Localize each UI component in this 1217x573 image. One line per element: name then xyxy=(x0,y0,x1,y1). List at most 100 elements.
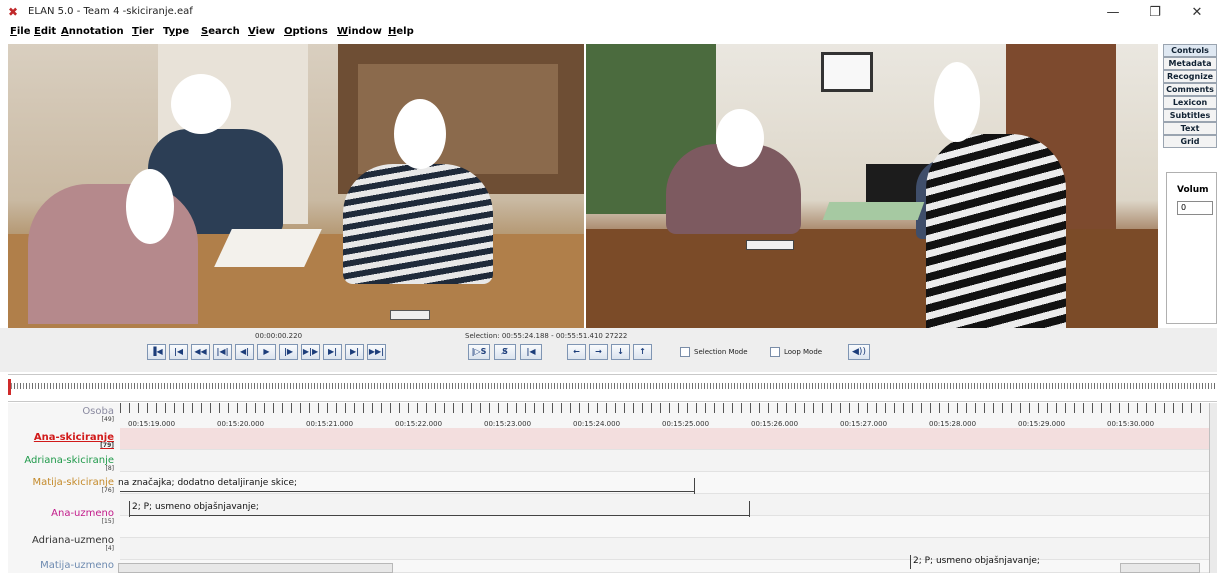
arrow-left-button[interactable]: ← xyxy=(567,344,586,360)
blurred-face xyxy=(394,99,446,169)
selection-mode-checkbox[interactable] xyxy=(680,347,690,357)
tier-count: [49] xyxy=(101,416,114,423)
selection-info: Selection: 00:55:24.188 - 00:55:51.410 2… xyxy=(465,332,628,340)
arrow-up-button[interactable]: ↑ xyxy=(633,344,652,360)
menu-options[interactable]: Options xyxy=(284,26,328,37)
annotation-matija-uzmeno[interactable]: 2; P; usmeno objašnjavanje; xyxy=(913,556,1040,566)
timeline-overview[interactable] xyxy=(8,374,1217,402)
person-striped xyxy=(926,134,1066,328)
wall-picture xyxy=(821,52,873,92)
tab-subtitles[interactable]: Subtitles xyxy=(1163,109,1217,122)
current-time: 00:00:00.220 xyxy=(255,332,303,340)
go-to-begin-button[interactable]: ▐◀ xyxy=(147,344,166,360)
tier-count: [4] xyxy=(105,545,115,552)
tier-row-active[interactable] xyxy=(120,428,1209,450)
menu-view[interactable]: View xyxy=(248,26,275,37)
selection-mode-label: Selection Mode xyxy=(694,348,748,356)
tab-controls[interactable]: Controls xyxy=(1163,44,1217,57)
annotation-bar xyxy=(120,491,695,492)
menu-mnemonic: A xyxy=(61,26,69,37)
volume-input[interactable]: 0 xyxy=(1177,201,1213,215)
ruler-label: 00:15:25.000 xyxy=(662,420,710,428)
loop-mode-checkbox[interactable] xyxy=(770,347,780,357)
annotation-bar xyxy=(129,515,749,516)
next-second-button[interactable]: ▶| xyxy=(323,344,342,360)
tier-count: [76] xyxy=(101,487,114,494)
phone xyxy=(390,310,430,320)
arrow-down-button[interactable]: ↓ xyxy=(611,344,630,360)
play-selection-button[interactable]: |▷S xyxy=(468,344,490,360)
volume-speaker-icon[interactable]: ◀)) xyxy=(848,344,870,360)
tier-name-ana-skiciranje[interactable]: Ana-skiciranje [79] xyxy=(8,432,118,449)
zoom-slider[interactable] xyxy=(1120,563,1200,573)
tier-name-matija-skiciranje[interactable]: Matija-skiciranje [76] xyxy=(8,477,118,494)
tier-row[interactable] xyxy=(120,494,1209,516)
menu-window[interactable]: Window xyxy=(337,26,382,37)
annotation-ana-uzmeno[interactable]: 2; P; usmeno objašnjavanje; xyxy=(132,502,259,512)
menu-annotation[interactable]: Annotation xyxy=(61,26,124,37)
blurred-face xyxy=(934,62,980,142)
minimize-button[interactable]: — xyxy=(1098,4,1128,22)
close-button[interactable]: ✕ xyxy=(1182,4,1212,22)
tab-grid[interactable]: Grid xyxy=(1163,135,1217,148)
notebook xyxy=(822,202,925,220)
annotation-boundary[interactable] xyxy=(694,478,695,494)
menu-help[interactable]: Help xyxy=(388,26,414,37)
tier-name-osoba[interactable]: Osoba [49] xyxy=(8,406,118,423)
previous-scrollview-button[interactable]: |◀ xyxy=(169,344,188,360)
annotation-matija-skiciranje[interactable]: na značajka; dodatno detaljiranje skice; xyxy=(118,478,297,488)
tier-name-ana-uzmeno[interactable]: Ana-uzmeno [15] xyxy=(8,508,118,525)
timeline-viewer[interactable]: 00:15:19.000 00:15:20.000 00:15:21.000 0… xyxy=(8,403,1209,573)
go-to-end-button[interactable]: ▶▶| xyxy=(367,344,386,360)
menu-search[interactable]: Search xyxy=(201,26,240,37)
menu-mnemonic: E xyxy=(34,26,41,37)
phone xyxy=(746,240,794,250)
selection-begin-button[interactable]: |◀ xyxy=(520,344,542,360)
play-button[interactable]: ▶ xyxy=(257,344,276,360)
annotation-boundary[interactable] xyxy=(910,555,911,569)
next-scrollview-button[interactable]: ▶| xyxy=(345,344,364,360)
menu-type[interactable]: Type xyxy=(163,26,189,37)
ruler-label: 00:15:20.000 xyxy=(217,420,265,428)
tab-lexicon[interactable]: Lexicon xyxy=(1163,96,1217,109)
controls-panel: Volum 0 xyxy=(1166,172,1217,324)
time-ruler-ticks xyxy=(120,403,1209,413)
waveform xyxy=(8,383,1217,389)
menu-bar: File Edit Annotation Tier Type Search Vi… xyxy=(0,24,1217,42)
video-player-right[interactable] xyxy=(586,44,1158,328)
annotation-boundary[interactable] xyxy=(749,501,750,517)
menu-file[interactable]: File xyxy=(10,26,30,37)
tab-text[interactable]: Text xyxy=(1163,122,1217,135)
ruler-label: 00:15:30.000 xyxy=(1107,420,1155,428)
tab-metadata[interactable]: Metadata xyxy=(1163,57,1217,70)
previous-frame-button[interactable]: |◀| xyxy=(213,344,232,360)
vertical-scrollbar[interactable] xyxy=(1209,403,1217,573)
elan-logo-icon: ✖ xyxy=(8,5,19,19)
video-player-left[interactable] xyxy=(8,44,584,328)
horizontal-scrollbar[interactable] xyxy=(118,563,393,573)
media-controls: 00:00:00.220 Selection: 00:55:24.188 - 0… xyxy=(0,328,1217,372)
tier-name-matija-uzmeno[interactable]: Matija-uzmeno xyxy=(8,560,118,571)
tier-name-adriana-uzmeno[interactable]: Adriana-uzmeno [4] xyxy=(8,535,118,552)
next-frame-button[interactable]: ▶|▶ xyxy=(301,344,320,360)
ruler-label: 00:15:28.000 xyxy=(929,420,977,428)
maximize-button[interactable]: ❐ xyxy=(1140,4,1170,22)
tier-row[interactable] xyxy=(120,538,1209,560)
arrow-right-button[interactable]: → xyxy=(589,344,608,360)
cabinet-glass xyxy=(358,64,558,174)
tier-row[interactable] xyxy=(120,516,1209,538)
tier-name-adriana-skiciranje[interactable]: Adriana-skiciranje [8] xyxy=(8,455,118,472)
menu-tier[interactable]: Tier xyxy=(132,26,154,37)
menu-edit[interactable]: Edit xyxy=(34,26,56,37)
tier-row[interactable] xyxy=(120,450,1209,472)
menu-mnemonic: S xyxy=(201,26,209,37)
playhead-marker[interactable] xyxy=(8,379,11,395)
step-forward-button[interactable]: |▶ xyxy=(279,344,298,360)
tab-comments[interactable]: Comments xyxy=(1163,83,1217,96)
paper-pad xyxy=(214,229,322,267)
window-title: ELAN 5.0 - Team 4 -skiciranje.eaf xyxy=(28,6,193,17)
previous-second-button[interactable]: ◀◀ xyxy=(191,344,210,360)
step-back-button[interactable]: ◀| xyxy=(235,344,254,360)
clear-selection-button[interactable]: S̸ xyxy=(494,344,516,360)
tab-recognizers[interactable]: Recognize xyxy=(1163,70,1217,83)
